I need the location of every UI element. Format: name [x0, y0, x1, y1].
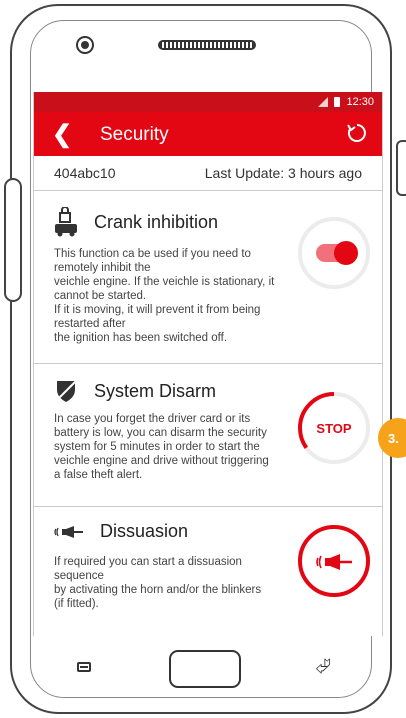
android-nav-bar: ⮰ [33, 640, 383, 700]
stop-button-label: STOP [316, 421, 352, 436]
system-disarm-title: System Disarm [94, 380, 217, 401]
horn-icon [54, 525, 83, 538]
back-arrow-icon[interactable]: ⮰ [315, 656, 331, 679]
signal-icon [318, 97, 329, 107]
app-screen: 12:30 ❮ Security 404abc10 Last Update: 3… [33, 92, 383, 636]
crank-inhibition-title: Crank inhibition [94, 211, 219, 232]
page-title: Security [100, 124, 169, 145]
crank-inhibition-section: Crank inhibition This function ca be use… [34, 191, 382, 364]
system-disarm-description: In case you forget the driver card or it… [54, 413, 269, 481]
shield-off-icon [54, 379, 78, 403]
dissuasion-header: Dissuasion [54, 521, 188, 542]
dissuasion-section: Dissuasion If required you can start a d… [34, 507, 382, 627]
crank-inhibition-toggle[interactable] [316, 241, 358, 265]
lock-car-icon [55, 207, 77, 237]
app-bar: ❮ Security [34, 112, 382, 156]
chevron-left-icon[interactable]: ❮ [52, 120, 72, 149]
toggle-knob[interactable] [334, 241, 358, 265]
status-time: 12:30 [346, 96, 374, 108]
home-button[interactable] [169, 650, 241, 688]
refresh-icon[interactable] [346, 122, 368, 144]
stop-button[interactable]: STOP [296, 390, 372, 466]
crank-inhibition-header: Crank inhibition [54, 207, 218, 237]
system-disarm-section: System Disarm In case you forget the dri… [34, 364, 382, 507]
speaker-grille [158, 40, 256, 50]
volume-button [4, 178, 22, 302]
horn-icon [316, 554, 352, 570]
system-disarm-header: System Disarm [54, 378, 216, 404]
crank-inhibition-description: This function ca be used if you need to … [54, 248, 275, 344]
power-button [396, 140, 406, 196]
battery-icon [334, 97, 341, 107]
status-bar: 12:30 [34, 92, 382, 112]
vehicle-info-bar: 404abc10 Last Update: 3 hours ago [34, 156, 382, 191]
camera-icon [76, 36, 94, 54]
vehicle-plate: 404abc10 [54, 165, 116, 181]
last-update: Last Update: 3 hours ago [204, 165, 362, 181]
dissuasion-title: Dissuasion [100, 521, 189, 541]
recent-apps-icon[interactable] [77, 662, 91, 672]
dissuasion-button[interactable] [298, 525, 370, 597]
dissuasion-description: If required you can start a dissuasion s… [54, 556, 262, 610]
